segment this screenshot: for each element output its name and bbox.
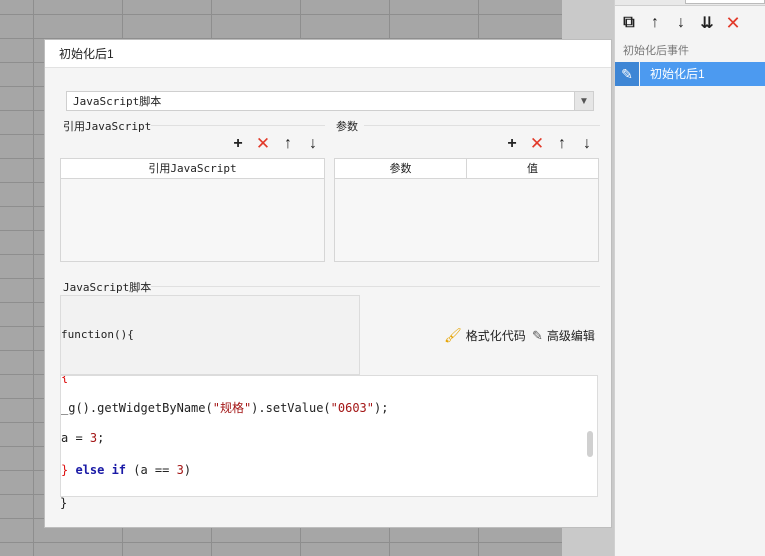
add-icon[interactable]: +	[504, 135, 520, 153]
event-item-selected[interactable]: ✎ 初始化后1	[615, 62, 765, 86]
function-header: function(){	[61, 328, 134, 341]
event-panel: ⧉ ↑ ↓ ⇊ ✕ 初始化后事件 ✎ 初始化后1	[614, 0, 765, 556]
code-line: _g().getWidgetByName("规格").setValue("060…	[61, 399, 388, 416]
format-code-label: 格式化代码	[465, 329, 526, 343]
event-toolbar: ⧉ ↑ ↓ ⇊ ✕	[619, 12, 743, 34]
params-table: 参数 值	[334, 158, 599, 262]
code-line: {	[61, 375, 69, 384]
event-editor-dialog: 初始化后1 JavaScript脚本 ▼ 引用JavaScript 参数 + ✕…	[44, 39, 612, 528]
column-header-ref-js[interactable]: 引用JavaScript	[61, 159, 324, 178]
dialog-title: 初始化后1	[45, 40, 611, 68]
code-line: a = 3;	[61, 431, 104, 445]
script-group-label: JavaScript脚本	[63, 281, 152, 294]
params-group-divider	[364, 125, 600, 126]
code-token: _g().getWidgetByName(	[61, 401, 213, 415]
code-token: "规格"	[212, 401, 252, 415]
format-code-button[interactable]: 🖌 格式化代码	[444, 327, 526, 344]
arrow-up-icon[interactable]: ↑	[280, 135, 296, 153]
brush-icon: 🖌	[444, 327, 462, 343]
advanced-edit-label: 高级编辑	[546, 329, 595, 343]
arrow-up-icon[interactable]: ↑	[645, 13, 665, 33]
arrow-down-icon[interactable]: ↓	[579, 135, 595, 153]
delete-icon[interactable]: ✕	[723, 13, 743, 33]
code-token: );	[374, 401, 389, 415]
arrow-down-icon[interactable]: ↓	[305, 135, 321, 153]
code-line: } else if (a == 3)	[61, 463, 191, 477]
arrow-down-icon[interactable]: ↓	[671, 13, 691, 33]
code-token: ).setValue(	[251, 401, 331, 415]
ref-js-group-label: 引用JavaScript	[63, 120, 152, 133]
function-closing-brace: }	[60, 496, 68, 510]
event-item-label: 初始化后1	[640, 62, 765, 86]
code-token: )	[183, 463, 192, 477]
panel-top-field[interactable]	[685, 0, 765, 4]
ref-js-group-divider	[151, 125, 325, 126]
code-token: ;	[97, 431, 105, 445]
arrow-up-icon[interactable]: ↑	[554, 135, 570, 153]
params-group-label: 参数	[336, 120, 358, 133]
move-bottom-icon[interactable]: ⇊	[697, 13, 717, 33]
column-header-param[interactable]: 参数	[335, 159, 467, 178]
event-section-label: 初始化后事件	[623, 45, 689, 57]
column-header-value[interactable]: 值	[467, 159, 598, 178]
ref-js-table-header: 引用JavaScript	[61, 159, 324, 179]
code-token: a =	[61, 431, 90, 445]
editor-scrollbar[interactable]	[587, 431, 593, 457]
ref-js-toolbar: + ✕ ↑ ↓	[230, 135, 321, 153]
pencil-icon[interactable]: ✎	[615, 62, 639, 86]
copy-icon[interactable]: ⧉	[619, 13, 639, 33]
edit-icon: ✎	[532, 327, 543, 343]
code-editor[interactable]: { _g().getWidgetByName("规格").setValue("0…	[60, 375, 598, 497]
code-token: 3	[176, 463, 184, 477]
script-group-divider	[151, 286, 600, 287]
code-token: else if	[68, 463, 127, 477]
params-table-header: 参数 值	[335, 159, 598, 179]
delete-icon[interactable]: ✕	[529, 135, 545, 153]
event-type-value: JavaScript脚本	[73, 95, 162, 108]
event-type-select[interactable]: JavaScript脚本 ▼	[66, 91, 594, 111]
chevron-down-icon[interactable]: ▼	[574, 92, 593, 110]
code-token: (a ==	[126, 463, 177, 477]
code-token: "0603"	[330, 401, 375, 415]
params-toolbar: + ✕ ↑ ↓	[504, 135, 595, 153]
panel-top-strip	[615, 0, 765, 6]
add-icon[interactable]: +	[230, 135, 246, 153]
delete-icon[interactable]: ✕	[255, 135, 271, 153]
advanced-edit-button[interactable]: ✎ 高级编辑	[532, 327, 595, 344]
ref-js-table: 引用JavaScript	[60, 158, 325, 262]
